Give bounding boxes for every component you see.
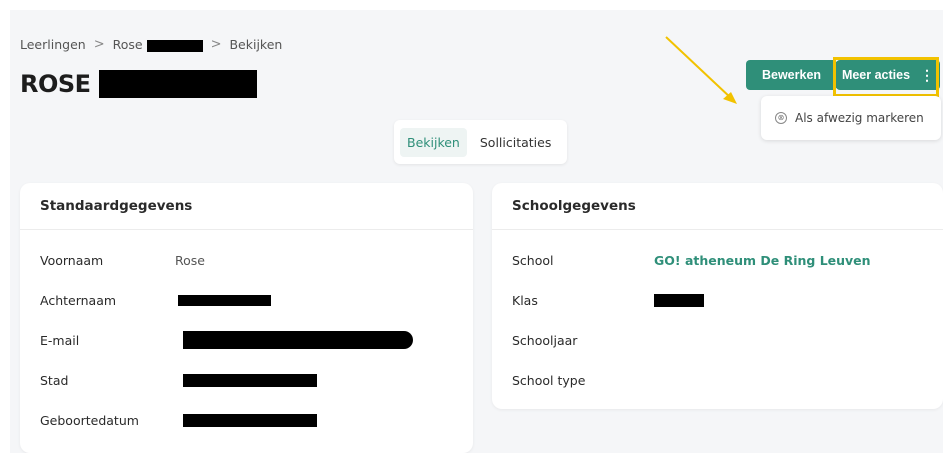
standard-data-card: Standaardgegevens Voornaam Rose Achterna… xyxy=(20,183,473,453)
field-label: School xyxy=(512,252,554,268)
field-label: School type xyxy=(512,372,586,388)
more-actions-label: Meer acties xyxy=(841,68,911,82)
field-label: E-mail xyxy=(40,332,80,348)
edit-button[interactable]: Bewerken xyxy=(746,60,837,90)
field-row: E-mail xyxy=(40,330,413,350)
field-label: Klas xyxy=(512,292,538,308)
close-circle-icon: ⊗ xyxy=(775,112,787,124)
field-row: Geboortedatum xyxy=(40,410,317,430)
page-title-text: ROSE xyxy=(20,70,91,98)
tab-bar: Bekijken Sollicitaties xyxy=(394,120,567,164)
school-link[interactable]: GO! atheneum De Ring Leuven xyxy=(654,253,871,268)
tab-view[interactable]: Bekijken xyxy=(400,127,467,157)
card-title: Standaardgegevens xyxy=(20,183,473,230)
redaction-bar xyxy=(146,39,203,52)
breadcrumb-separator: > xyxy=(210,37,222,52)
redaction-bar xyxy=(183,373,317,387)
redaction-bar xyxy=(654,293,704,307)
field-row: School GO! atheneum De Ring Leuven xyxy=(512,250,871,270)
mark-absent-item[interactable]: Als afwezig markeren xyxy=(795,111,924,125)
field-label: Achternaam xyxy=(40,292,117,308)
redaction-bar xyxy=(98,70,257,98)
card-title: Schoolgegevens xyxy=(492,183,943,230)
more-actions-dropdown[interactable]: ⊗ Als afwezig markeren xyxy=(761,96,941,140)
field-row: Achternaam xyxy=(40,290,271,310)
field-row: School type xyxy=(512,370,654,390)
page-title: ROSE xyxy=(20,70,257,98)
breadcrumb-student[interactable]: Rose xyxy=(113,37,203,52)
field-row: Schooljaar xyxy=(512,330,654,350)
field-row: Voornaam Rose xyxy=(40,250,205,270)
field-row: Klas xyxy=(512,290,704,310)
breadcrumb-separator: > xyxy=(93,37,105,52)
more-actions-button[interactable]: Meer acties ⋮ xyxy=(836,60,940,90)
redaction-bar xyxy=(183,413,317,427)
redaction-bar xyxy=(178,294,271,306)
redaction-bar xyxy=(183,331,413,349)
breadcrumb-student-name: Rose xyxy=(112,37,143,52)
field-label: Schooljaar xyxy=(512,332,578,348)
field-value: Rose xyxy=(175,252,205,268)
field-row: Stad xyxy=(40,370,317,390)
kebab-menu-icon: ⋮ xyxy=(920,67,935,83)
breadcrumb: Leerlingen > Rose > Bekijken xyxy=(20,37,282,52)
field-label: Voornaam xyxy=(40,252,104,268)
tab-applications[interactable]: Sollicitaties xyxy=(473,128,558,157)
field-label: Stad xyxy=(40,372,69,388)
school-data-card: Schoolgegevens School GO! atheneum De Ri… xyxy=(492,183,943,409)
page: Leerlingen > Rose > Bekijken ROSE Bewerk… xyxy=(10,10,943,453)
field-label: Geboortedatum xyxy=(40,412,139,428)
breadcrumb-current: Bekijken xyxy=(229,37,283,52)
breadcrumb-leerlingen[interactable]: Leerlingen xyxy=(20,37,86,52)
